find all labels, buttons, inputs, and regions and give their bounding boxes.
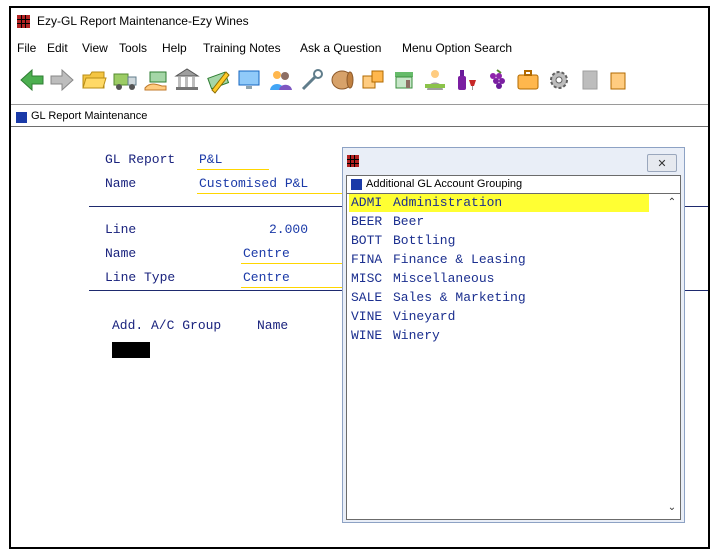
line-type-label: Line Type: [105, 270, 176, 285]
report-name-field[interactable]: Customised P&L: [199, 176, 308, 191]
briefcase-icon[interactable]: [513, 65, 543, 95]
toolbar: [11, 60, 708, 100]
section-divider-2: [89, 290, 342, 291]
group-column-header: Add. A/C Group: [112, 318, 222, 333]
form-title-divider: [11, 126, 708, 127]
app-window: Ezy-GL Report Maintenance-Ezy Wines File…: [9, 6, 710, 549]
chevron-up-icon[interactable]: ⌃: [667, 198, 677, 208]
pencil-cash-icon[interactable]: [203, 65, 233, 95]
menu-file[interactable]: File: [17, 41, 36, 55]
menu-edit[interactable]: Edit: [47, 41, 68, 55]
item-name: Vineyard: [393, 309, 456, 324]
popup-window-icon: [351, 179, 362, 190]
wrench-icon[interactable]: [297, 65, 327, 95]
item-code: WINE: [351, 328, 383, 343]
users-icon[interactable]: [266, 65, 296, 95]
form-window-title: GL Report Maintenance: [31, 110, 148, 122]
list-item[interactable]: BOTT Bottling: [349, 232, 649, 250]
line-type-underline: [241, 287, 342, 288]
package-icon[interactable]: [604, 65, 634, 95]
item-code: BOTT: [351, 233, 383, 248]
chevron-down-icon[interactable]: ⌄: [667, 503, 677, 513]
section-divider: [89, 206, 342, 207]
line-number-field[interactable]: 2.000: [269, 222, 308, 237]
app-logo-icon: [17, 15, 30, 28]
monitor-icon[interactable]: [234, 65, 264, 95]
item-code: ADMI: [351, 195, 383, 210]
menu-tools[interactable]: Tools: [119, 41, 147, 55]
popup-app-icon: [347, 155, 359, 167]
folder-icon[interactable]: [79, 65, 109, 95]
item-name: Finance & Leasing: [393, 252, 526, 267]
title-bar: Ezy-GL Report Maintenance-Ezy Wines: [11, 8, 708, 34]
grapes-icon[interactable]: [482, 65, 512, 95]
gray-box-icon[interactable]: [575, 65, 605, 95]
hand-money-icon[interactable]: [141, 65, 171, 95]
line-name-underline: [241, 263, 342, 264]
line-label: Line: [105, 222, 137, 237]
window-title: Ezy-GL Report Maintenance-Ezy Wines: [37, 14, 249, 28]
gear-icon[interactable]: [544, 65, 574, 95]
form-title-bar: GL Report Maintenance: [11, 108, 708, 125]
item-code: SALE: [351, 290, 383, 305]
worker-icon[interactable]: [420, 65, 450, 95]
item-code: BEER: [351, 214, 383, 229]
list-item[interactable]: WINE Winery: [349, 327, 649, 345]
report-name-underline: [197, 193, 342, 194]
wine-bottle-icon[interactable]: [451, 65, 481, 95]
menu-option-search[interactable]: Menu Option Search: [402, 41, 512, 55]
forward-arrow-icon[interactable]: [47, 65, 77, 95]
item-name: Miscellaneous: [393, 271, 495, 286]
menu-help[interactable]: Help: [162, 41, 187, 55]
list-item[interactable]: SALE Sales & Marketing: [349, 289, 649, 307]
boxes-icon[interactable]: [358, 65, 388, 95]
truck-icon[interactable]: [110, 65, 140, 95]
menu-bar: File Edit View Tools Help Training Notes…: [11, 38, 708, 58]
report-name-label: Name: [105, 176, 137, 191]
section-divider-right: [685, 206, 708, 207]
list-item[interactable]: VINE Vineyard: [349, 308, 649, 326]
menu-ask-question[interactable]: Ask a Question: [300, 41, 381, 55]
list-item[interactable]: MISC Miscellaneous: [349, 270, 649, 288]
line-name-label: Name: [105, 246, 137, 261]
form-window-icon: [16, 112, 27, 123]
back-arrow-icon[interactable]: [17, 65, 47, 95]
group-input-cursor[interactable]: [112, 342, 150, 358]
section-divider-2-right: [685, 290, 708, 291]
gl-report-underline: [197, 169, 269, 170]
popup-title-bar: Additional GL Account Grouping: [347, 176, 680, 194]
item-name: Beer: [393, 214, 425, 229]
line-name-field[interactable]: Centre: [243, 246, 290, 261]
list-item[interactable]: BEER Beer: [349, 213, 649, 231]
gl-report-field[interactable]: P&L: [199, 152, 222, 167]
grouping-list: ADMI Administration BEER Beer BOTT Bottling…: [347, 194, 664, 519]
line-type-field[interactable]: Centre: [243, 270, 290, 285]
list-scrollbar[interactable]: ⌃ ⌄: [664, 194, 680, 519]
popup-body: Additional GL Account Grouping ADMI Admin…: [346, 175, 681, 520]
item-name: Bottling: [393, 233, 456, 248]
popup-title: Additional GL Account Grouping: [366, 178, 523, 190]
item-name: Administration: [393, 195, 503, 210]
bank-icon[interactable]: [172, 65, 202, 95]
list-item[interactable]: FINA Finance & Leasing: [349, 251, 649, 269]
toolbar-divider: [11, 104, 708, 105]
gl-report-label: GL Report: [105, 152, 176, 167]
close-icon[interactable]: ✕: [647, 154, 677, 172]
menu-training-notes[interactable]: Training Notes: [203, 41, 281, 55]
shop-icon[interactable]: [389, 65, 419, 95]
item-code: VINE: [351, 309, 383, 324]
menu-view[interactable]: View: [82, 41, 108, 55]
list-item[interactable]: ADMI Administration: [349, 194, 649, 212]
account-grouping-popup: ✕ Additional GL Account Grouping ADMI Adm…: [342, 147, 685, 523]
item-code: FINA: [351, 252, 383, 267]
group-name-column-header: Name: [257, 318, 289, 333]
item-name: Sales & Marketing: [393, 290, 526, 305]
barrel-icon[interactable]: [327, 65, 357, 95]
item-code: MISC: [351, 271, 383, 286]
item-name: Winery: [393, 328, 440, 343]
